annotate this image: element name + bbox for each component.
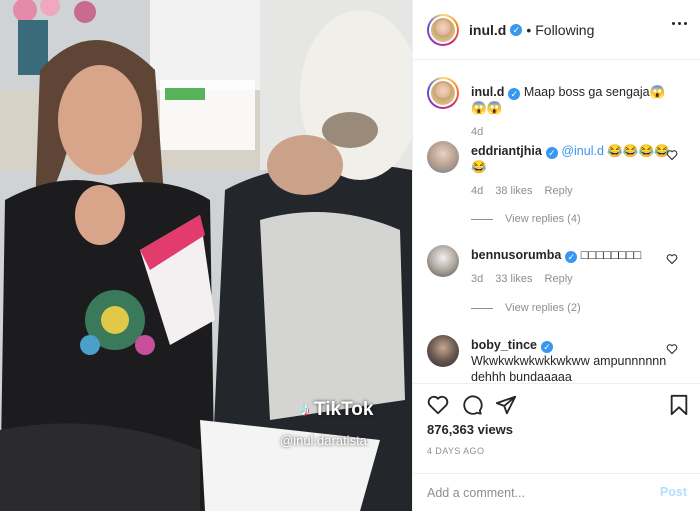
comment-item: bennusorumba ✓ □□□□□□□□ 3d 33 likes Reply (427, 245, 687, 285)
post-header: inul.d ✓ • Following (413, 0, 700, 60)
tiktok-watermark: ♪ TikTok (300, 398, 373, 421)
comment-item: eddriantjhia ✓ @inul.d 😂😂😂😂😂 4d 38 likes … (427, 141, 687, 197)
comment-text: Wkwkwkwkwkkwkww ampunnnnnn dehhh bundaaa… (471, 354, 667, 383)
commenter-username[interactable]: eddriantjhia (471, 144, 542, 158)
caption: inul.d ✓ Maap boss ga sengaja😱😱😱 4d (427, 77, 687, 138)
commenter-username[interactable]: bennusorumba (471, 248, 561, 262)
separator-dot: • (526, 21, 532, 38)
post-video[interactable]: ♪ TikTok @inul.daratista (0, 0, 412, 511)
comment-icon[interactable] (461, 394, 483, 416)
comment-input[interactable] (427, 482, 647, 504)
commenter-username[interactable]: boby_tince (471, 338, 537, 352)
caption-age[interactable]: 4d (471, 126, 483, 138)
verified-badge-icon: ✓ (545, 147, 558, 159)
comment-text: □□□□□□□□ (580, 248, 642, 262)
reply-button[interactable]: Reply (545, 185, 573, 197)
tiktok-handle: @inul.daratista (280, 433, 367, 448)
verified-badge-icon: ✓ (508, 88, 521, 100)
comment-composer: Post (413, 473, 700, 511)
share-icon[interactable] (495, 394, 517, 416)
comments-list[interactable]: inul.d ✓ Maap boss ga sengaja😱😱😱 4d eddri… (413, 61, 700, 383)
heart-icon[interactable] (666, 149, 678, 161)
tiktok-brand-text: TikTok (314, 398, 374, 420)
bookmark-icon[interactable] (669, 394, 689, 416)
view-replies-label: View replies (4) (505, 213, 581, 225)
heart-icon[interactable] (666, 253, 678, 265)
verified-badge-icon: ✓ (565, 251, 578, 263)
comment-likes[interactable]: 33 likes (495, 273, 532, 285)
view-replies-button[interactable]: View replies (4) (471, 213, 581, 225)
caption-avatar[interactable] (427, 77, 459, 109)
verified-badge-icon: ✓ (510, 23, 523, 36)
view-replies-button[interactable]: View replies (2) (471, 302, 581, 314)
following-button[interactable]: Following (535, 22, 594, 38)
caption-username[interactable]: inul.d (471, 85, 504, 99)
view-replies-label: View replies (2) (505, 302, 581, 314)
comment-item: boby_tince ✓ Wkwkwkwkwkkwkww ampunnnnnn d… (427, 335, 687, 383)
tiktok-logo-icon: ♪ (300, 398, 310, 420)
more-icon[interactable] (672, 22, 687, 25)
author-username[interactable]: inul.d (469, 22, 506, 38)
post-comment-button[interactable]: Post (660, 485, 687, 499)
comment-age[interactable]: 4d (471, 185, 483, 197)
view-count[interactable]: 876,363 views (427, 422, 513, 437)
reply-button[interactable]: Reply (545, 273, 573, 285)
post-timestamp[interactable]: 4 DAYS AGO (427, 446, 484, 456)
author-avatar[interactable] (427, 13, 459, 46)
heart-icon[interactable] (427, 394, 449, 416)
commenter-avatar[interactable] (427, 335, 459, 367)
commenter-avatar[interactable] (427, 141, 459, 173)
heart-icon[interactable] (666, 343, 678, 355)
comment-age[interactable]: 3d (471, 273, 483, 285)
post-side-panel: inul.d ✓ • Following inul.d ✓ Maap boss g… (412, 0, 700, 511)
comment-likes[interactable]: 38 likes (495, 185, 532, 197)
commenter-avatar[interactable] (427, 245, 459, 277)
verified-badge-icon: ✓ (541, 341, 553, 353)
post-actions: 876,363 views 4 DAYS AGO (413, 383, 700, 473)
